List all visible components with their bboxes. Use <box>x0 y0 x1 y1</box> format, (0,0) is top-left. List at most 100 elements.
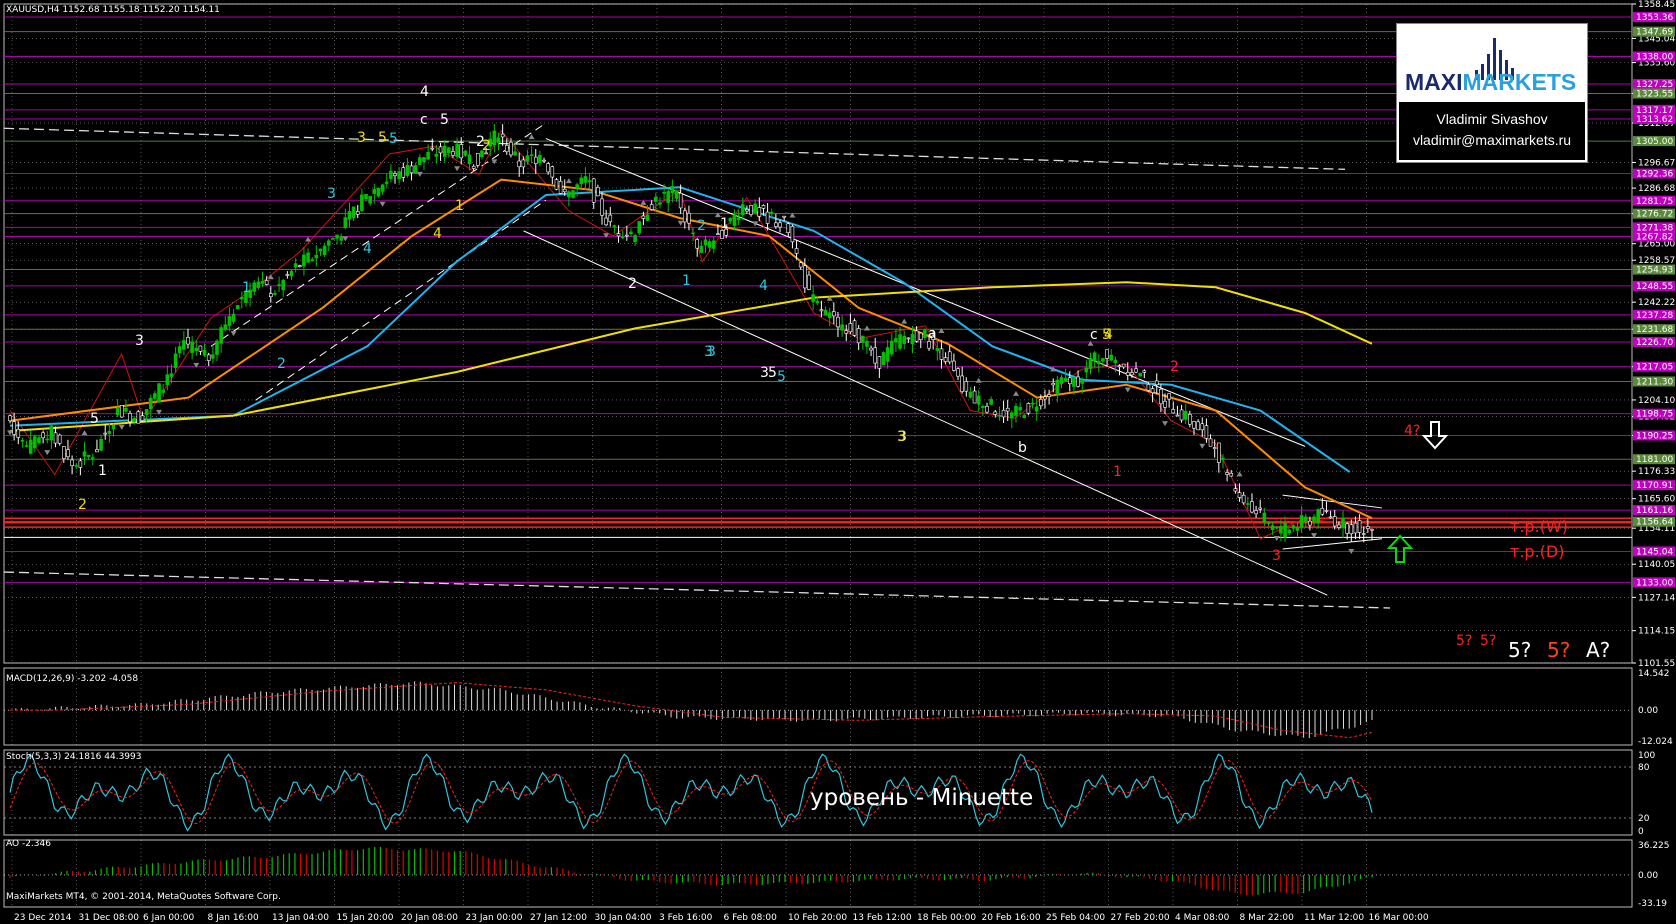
candle-body <box>533 156 538 165</box>
mt4-chart-window[interactable]: 4c535121123ab35c352142354345123412531234… <box>0 0 1676 924</box>
wave-label: 1 <box>720 216 729 232</box>
candle-body <box>906 337 911 340</box>
candle-body <box>256 281 261 288</box>
candle-body <box>37 437 41 444</box>
boxed-price-label: 1276.72 <box>1636 210 1673 220</box>
time-axis-label: 4 Mar 08:00 <box>1175 913 1230 923</box>
candle-body <box>695 239 700 249</box>
boxed-price-label: 1237.28 <box>1636 311 1673 321</box>
boxed-price-label: 1161.16 <box>1636 506 1673 516</box>
candle-body <box>844 330 849 334</box>
candle-body <box>699 245 704 253</box>
candle-body <box>95 449 99 453</box>
candle-body <box>670 186 675 194</box>
candle-body <box>405 164 410 176</box>
candle-body <box>1125 372 1130 376</box>
candle-body <box>832 311 836 317</box>
wave-label: 5 <box>440 112 449 128</box>
candle-body <box>798 262 803 268</box>
wave-label: 3 <box>357 130 366 146</box>
candle-body <box>542 159 546 162</box>
candle-body <box>711 240 716 249</box>
candle-body <box>198 345 203 352</box>
candle-body <box>658 202 662 205</box>
candle-body <box>1117 365 1122 368</box>
candle-body <box>136 411 141 424</box>
candle-body <box>1076 376 1080 387</box>
candle-body <box>1241 494 1246 504</box>
wave-label: 4? <box>1404 423 1420 439</box>
candle-body <box>1283 522 1287 538</box>
ao-label: AO -2.346 <box>6 839 51 849</box>
candle-body <box>1246 503 1250 505</box>
candle-body <box>943 357 948 362</box>
candle-body <box>604 217 608 226</box>
candle-body <box>947 351 952 363</box>
time-axis-label: 15 Jan 20:00 <box>337 913 394 923</box>
candle-body <box>1250 501 1254 513</box>
candle-body <box>331 237 335 240</box>
candle-body <box>952 360 956 371</box>
candle-body <box>509 141 513 156</box>
candle-body <box>1287 529 1292 533</box>
boxed-price-label: 1211.30 <box>1636 377 1673 387</box>
candle-body <box>455 143 459 158</box>
candle-body <box>140 415 145 421</box>
candle-body <box>1109 354 1113 361</box>
time-axis-label: 30 Jan 04:00 <box>595 913 652 923</box>
candle-body <box>157 383 161 403</box>
candle-body <box>803 265 807 289</box>
boxed-price-label: 1181.00 <box>1636 455 1673 465</box>
candle-body <box>935 348 940 351</box>
candle-body <box>368 196 372 204</box>
candle-body <box>111 424 116 430</box>
candle-body <box>745 209 749 212</box>
candle-body <box>728 218 733 222</box>
candle-body <box>41 432 45 439</box>
wave-label: 2 <box>1170 359 1179 375</box>
candle-body <box>1353 522 1358 534</box>
candle-body <box>761 205 766 209</box>
candle-body <box>1022 415 1027 419</box>
candle-body <box>1324 510 1329 512</box>
candle-body <box>1316 509 1320 523</box>
candle-body <box>997 414 1002 417</box>
stoch-label: Stoch(5,3,3) 24.1816 44.3993 <box>6 752 141 762</box>
wave-label: 3 <box>327 186 336 202</box>
candle-body <box>620 236 625 239</box>
candle-body <box>562 188 567 193</box>
candle-body <box>989 399 993 405</box>
candle-body <box>666 191 671 203</box>
candle-body <box>74 465 79 467</box>
candle-body <box>790 226 795 243</box>
candle-body <box>409 165 414 174</box>
candle-body <box>285 274 290 276</box>
candle-body <box>1130 372 1134 376</box>
boxed-price-label: 1231.68 <box>1636 325 1673 335</box>
candle-body <box>24 445 29 447</box>
candle-body <box>326 240 331 246</box>
candle-body <box>1295 526 1300 531</box>
price-axis-label: 1127.14 <box>1638 593 1675 603</box>
minuette-caption: уровень - Minuette <box>810 785 1033 811</box>
wave-label: 2 <box>697 218 706 234</box>
author-email: vladimir@maximarkets.ru <box>1412 132 1572 148</box>
candle-body <box>82 451 87 457</box>
logo-contact: Vladimir Sivashov vladimir@maximarkets.r… <box>1399 102 1585 160</box>
time-axis-label: 27 Feb 20:00 <box>1111 913 1170 923</box>
candle-body <box>1258 507 1263 510</box>
candle-body <box>807 274 811 290</box>
candle-body <box>1299 515 1304 528</box>
wave-label: 4 <box>433 226 442 242</box>
wave-label: 2 <box>78 497 87 513</box>
candle-body <box>202 349 207 356</box>
candle-body <box>335 234 339 239</box>
time-axis-label: 27 Jan 12:00 <box>530 913 587 923</box>
candle-body <box>1262 512 1267 523</box>
candle-body <box>861 335 865 344</box>
candle-body <box>786 223 791 233</box>
candle-body <box>426 151 430 160</box>
candle-body <box>78 460 83 468</box>
copyright-text: MaxiMarkets MT4, © 2001-2014, MetaQuotes… <box>6 892 281 902</box>
candle-body <box>153 393 157 399</box>
